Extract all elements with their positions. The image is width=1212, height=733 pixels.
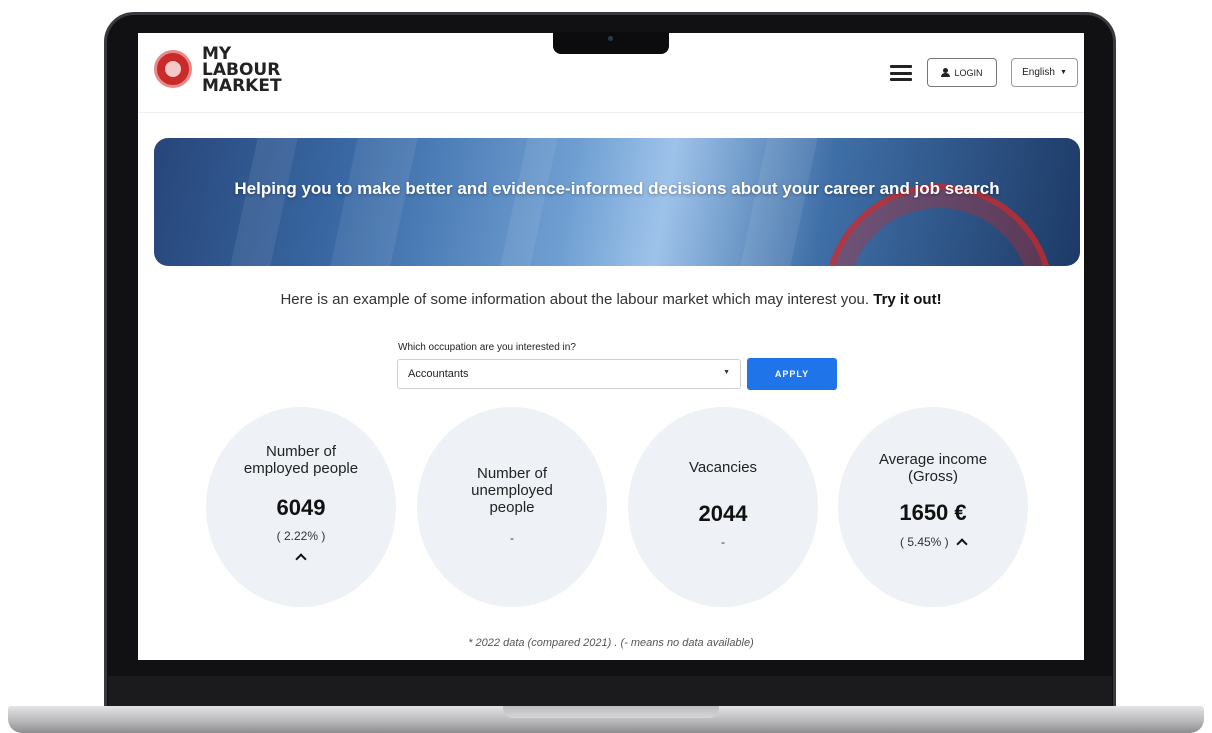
stat-employed: Number of employed people 6049 ( 2.22% ) [206, 407, 396, 607]
browser-screen: MY LABOUR MARKET LOGIN English ▼ Helping… [138, 33, 1084, 660]
intro-sentence: Here is an example of some information a… [280, 291, 870, 308]
laptop-groove [503, 706, 719, 718]
occupation-selected-value: Accountants [408, 368, 469, 380]
stat-title: Vacancies [628, 459, 818, 476]
caret-down-icon: ▼ [723, 369, 730, 376]
stat-unemployed: Number of unemployed people - [417, 407, 607, 607]
caret-down-icon: ▼ [1059, 69, 1067, 76]
stat-title-line: Vacancies [688, 459, 758, 476]
stat-change: ( 5.45% ) [899, 535, 949, 549]
stat-change: - [721, 535, 725, 549]
stat-title-line: people [489, 499, 535, 516]
stat-average-income: Average income (Gross) 1650 € ( 5.45% ) [838, 407, 1028, 607]
hero-title: Helping you to make better and evidence-… [234, 179, 1000, 198]
data-footnote: * 2022 data (compared 2021) . (- means n… [468, 637, 754, 649]
trend-up-icon [206, 551, 396, 565]
stat-value: 6049 [276, 495, 326, 520]
login-label: LOGIN [954, 67, 983, 78]
hero-decoration [330, 138, 418, 266]
hero-banner: Helping you to make better and evidence-… [154, 138, 1080, 266]
apply-button[interactable]: APPLY [747, 358, 837, 390]
hero-decoration [740, 138, 818, 266]
hero-decoration [500, 138, 558, 266]
login-button[interactable]: LOGIN [927, 58, 997, 87]
occupation-select[interactable]: Accountants ▼ [397, 359, 741, 389]
hamburger-menu-icon[interactable] [890, 65, 912, 81]
trend-up-icon [956, 538, 968, 550]
stat-title: Average income (Gross) [838, 451, 1028, 485]
camera-icon [608, 36, 613, 41]
stat-value: 2044 [698, 501, 748, 526]
stat-title-line: (Gross) [908, 468, 958, 485]
stat-title-line: Number of [476, 465, 548, 482]
stat-title-line: unemployed [471, 482, 553, 499]
stat-vacancies: Vacancies 2044 - [628, 407, 818, 607]
user-icon [941, 68, 951, 77]
logo-line: MARKET [202, 76, 282, 96]
laptop-bezel [108, 676, 1112, 708]
laptop-notch [553, 32, 669, 54]
stat-title: Number of unemployed people [417, 465, 607, 516]
stat-title-line: Average income [878, 451, 988, 468]
stat-title-line: employed people [243, 460, 359, 477]
stat-value: 1650 € [899, 500, 967, 525]
stat-change-row: ( 5.45% ) [838, 535, 1028, 550]
stat-change: - [510, 531, 514, 545]
logo-emblem-icon[interactable] [154, 50, 192, 88]
language-label: English [1022, 67, 1055, 78]
occupation-label: Which occupation are you interested in? [398, 342, 576, 353]
stat-change: ( 2.22% ) [276, 529, 326, 543]
intro-text: Here is an example of some information a… [138, 291, 1084, 308]
stat-title-line: Number of [265, 443, 337, 460]
hero-decoration [230, 138, 298, 266]
language-select[interactable]: English ▼ [1011, 58, 1078, 87]
site-logo[interactable]: MY LABOUR MARKET [202, 46, 282, 96]
intro-cta: Try it out! [873, 291, 942, 308]
stat-title: Number of employed people [206, 443, 396, 477]
